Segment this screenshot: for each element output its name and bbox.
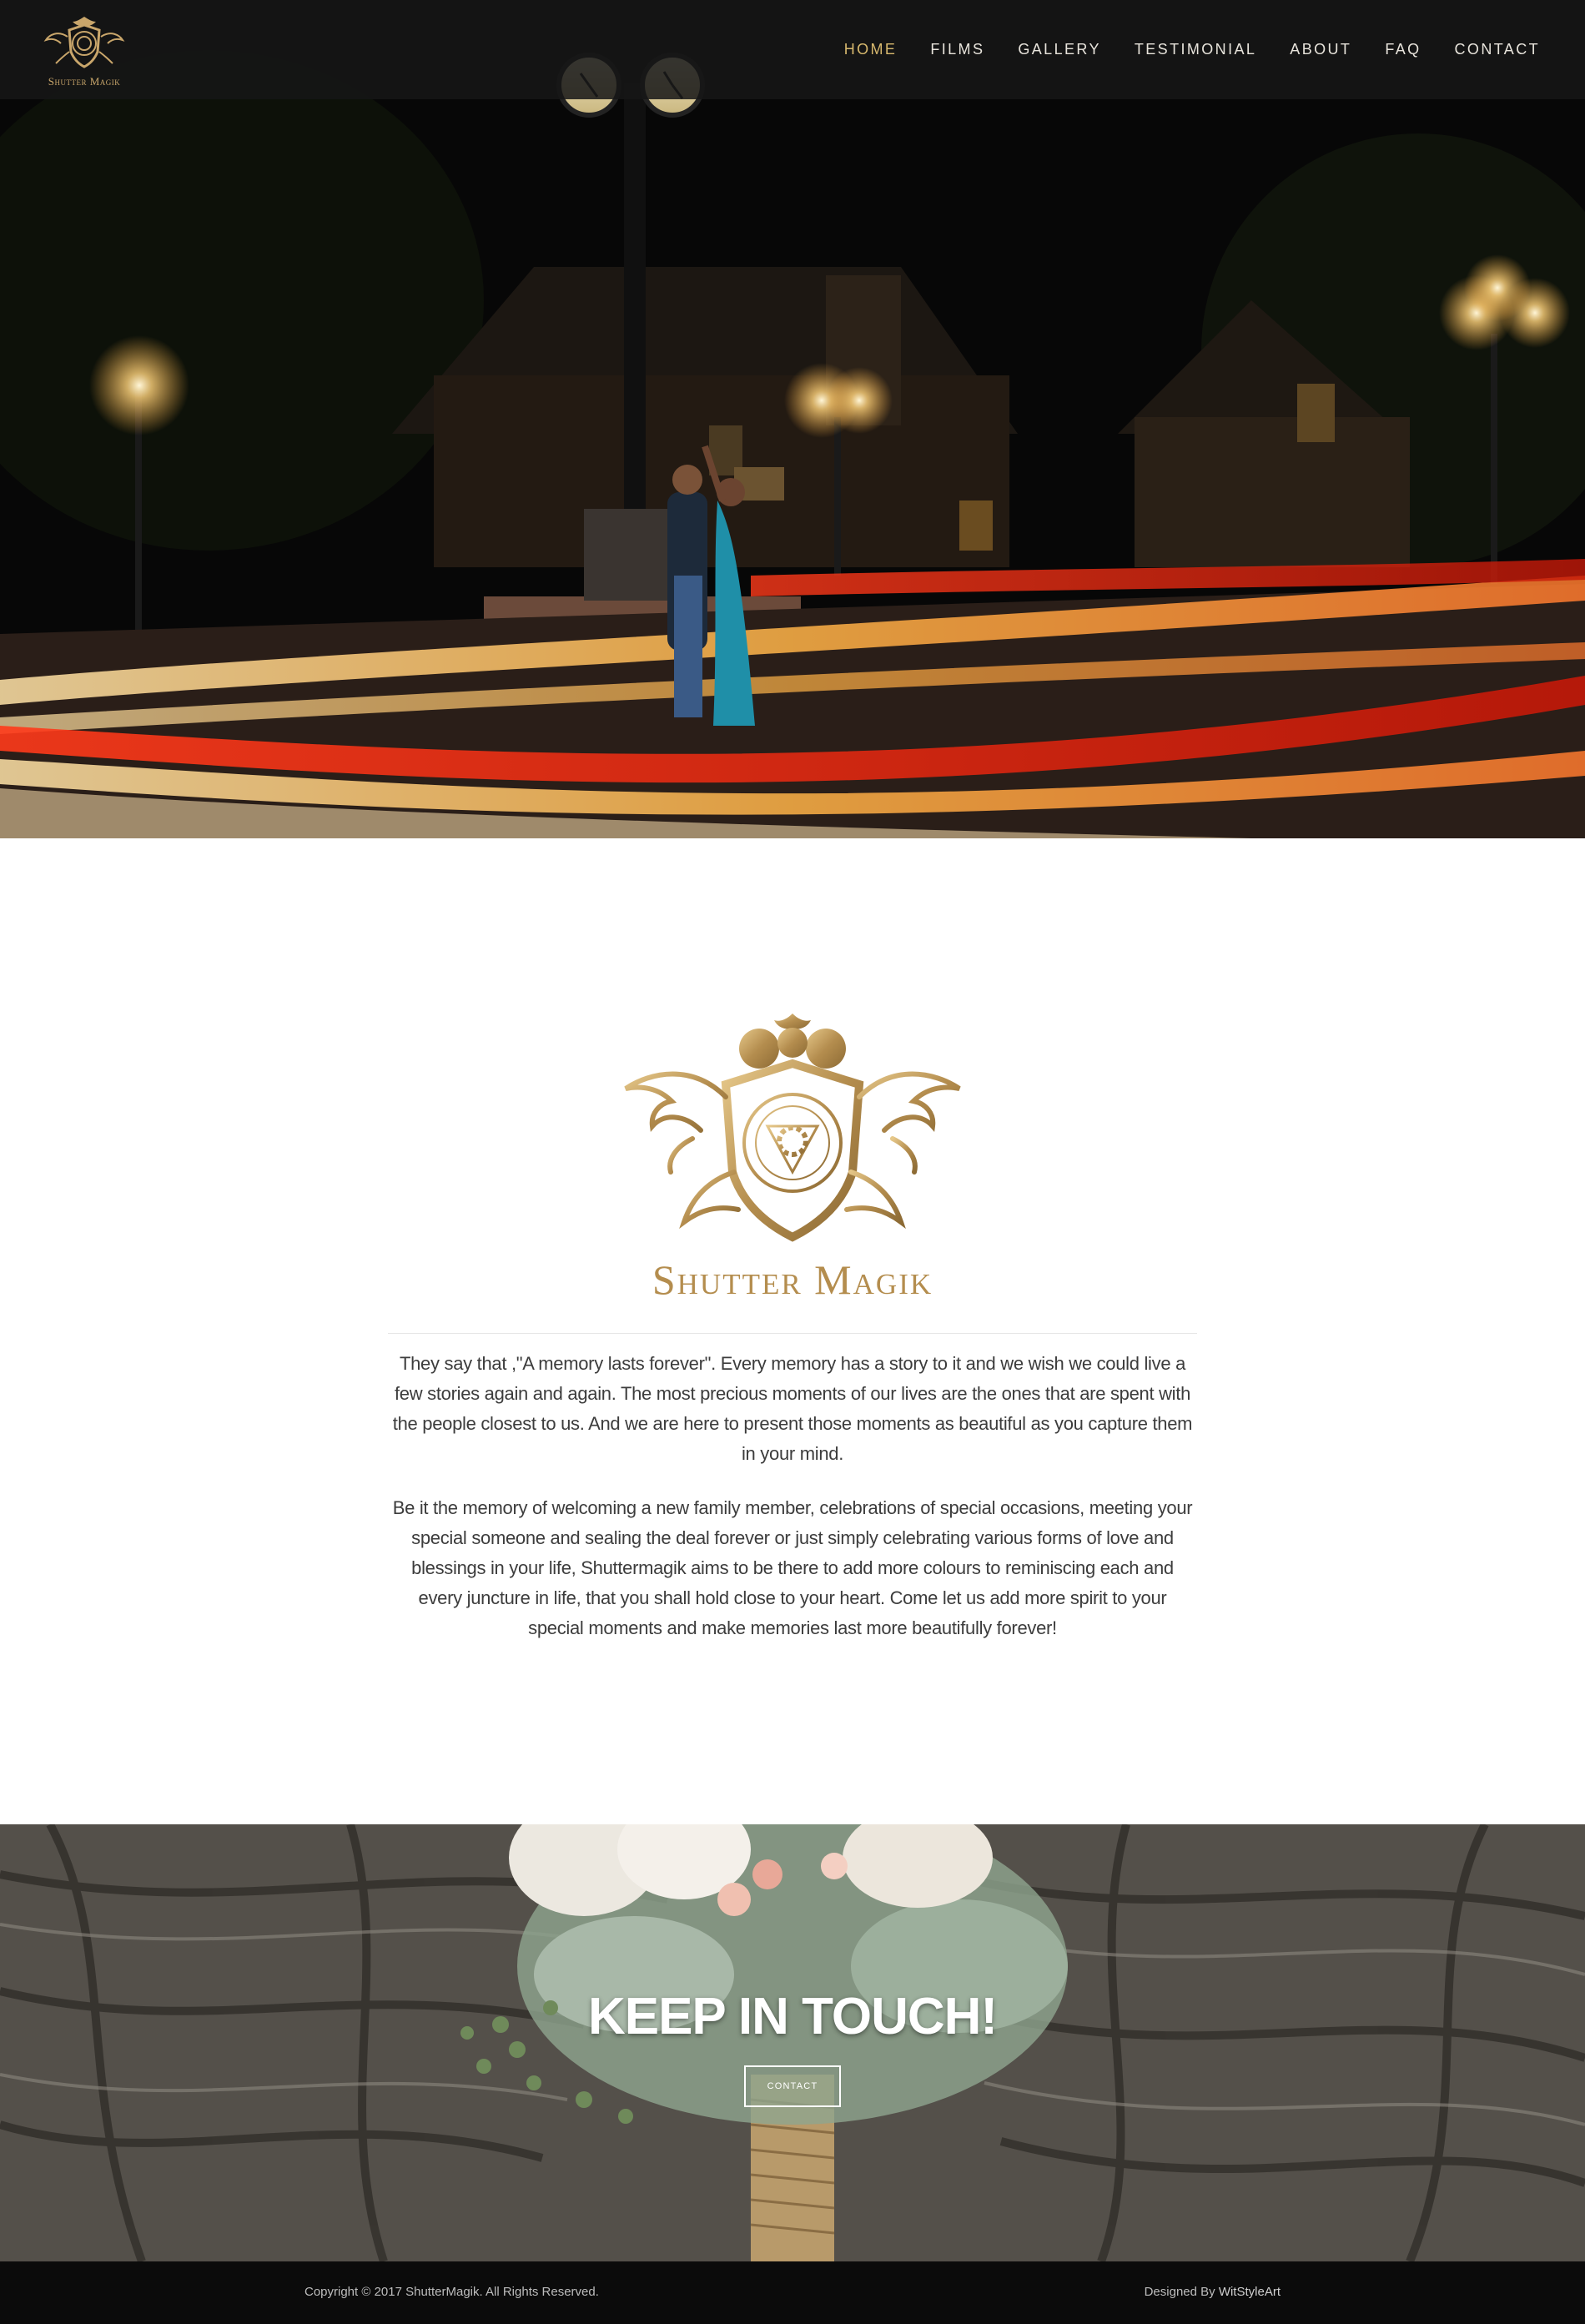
designer-link[interactable]: WitStyleArt [1219, 2285, 1281, 2299]
hero-photo [0, 0, 1585, 838]
nav-testimonial[interactable]: TESTIMONIAL [1118, 41, 1273, 58]
shutter-magik-crest-logo [624, 1014, 961, 1242]
nav-contact[interactable]: CONTACT [1438, 41, 1540, 58]
nav-about[interactable]: ABOUT [1273, 41, 1368, 58]
top-navigation-bar: Shutter Magik HOME FILMS GALLERY TESTIMO… [0, 0, 1585, 99]
nav-films[interactable]: FILMS [913, 41, 1001, 58]
shutter-magik-crest-icon [43, 16, 125, 68]
about-section: Shutter Magik They say that ,"A memory l… [0, 838, 1585, 1824]
designed-by-label: Designed By [1144, 2285, 1219, 2299]
about-paragraph-1: They say that ,"A memory lasts forever".… [392, 1353, 1193, 1464]
about-paragraph-2: Be it the memory of welcoming a new fami… [392, 1497, 1193, 1638]
copyright-text: Copyright © 2017 ShutterMagik. All Right… [304, 2285, 599, 2299]
nav-gallery[interactable]: GALLERY [1001, 41, 1118, 58]
hero-banner: Shutter Magik HOME FILMS GALLERY TESTIMO… [0, 0, 1585, 838]
site-footer: Copyright © 2017 ShutterMagik. All Right… [0, 2261, 1585, 2324]
logo-text: Shutter Magik [48, 74, 121, 88]
logo-wordmark: Shutter Magik [652, 1256, 933, 1303]
contact-button[interactable]: CONTACT [744, 2065, 841, 2107]
designed-by-text: Designed By WitStyleArt [1145, 2285, 1281, 2299]
nav-faq[interactable]: FAQ [1368, 41, 1437, 58]
keep-in-touch-heading: KEEP IN TOUCH! [587, 1988, 998, 2045]
section-divider [388, 1333, 1197, 1334]
nav-home[interactable]: HOME [828, 41, 914, 58]
main-nav: HOME FILMS GALLERY TESTIMONIAL ABOUT FAQ… [828, 41, 1540, 58]
site-logo[interactable]: Shutter Magik [37, 12, 132, 88]
keep-in-touch-section: KEEP IN TOUCH! CONTACT [0, 1824, 1585, 2261]
about-text: They say that ,"A memory lasts forever".… [389, 1349, 1196, 1643]
